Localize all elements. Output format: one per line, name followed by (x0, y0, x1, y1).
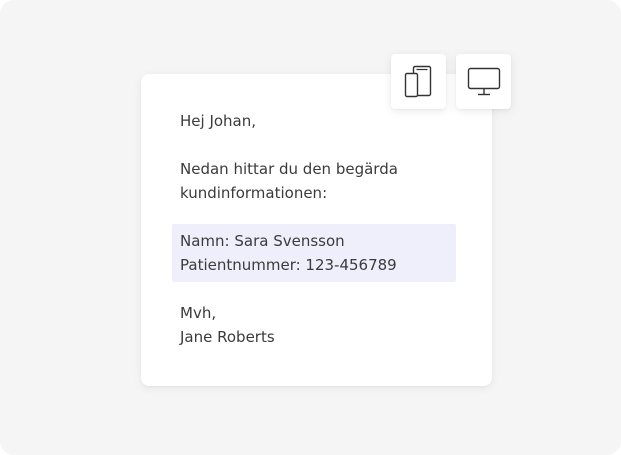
patient-number: Patientnummer: 123-456789 (180, 256, 397, 274)
email-intro-line-1: Nedan hittar du den begärda (180, 160, 398, 178)
email-greeting: Hej Johan, (180, 112, 257, 130)
email-signature: Jane Roberts (180, 328, 275, 346)
preview-canvas: Hej Johan, Nedan hittar du den begärda k… (0, 0, 621, 455)
email-intro-line-2: kundinformationen: (180, 184, 328, 202)
email-signoff: Mvh, (180, 304, 217, 322)
email-preview-card: Hej Johan, Nedan hittar du den begärda k… (141, 74, 492, 386)
desktop-view-button[interactable] (456, 54, 511, 109)
customer-name: Namn: Sara Svensson (180, 232, 345, 250)
mobile-devices-icon (404, 65, 431, 97)
desktop-monitor-icon (467, 67, 500, 95)
mobile-view-button[interactable] (391, 54, 446, 109)
